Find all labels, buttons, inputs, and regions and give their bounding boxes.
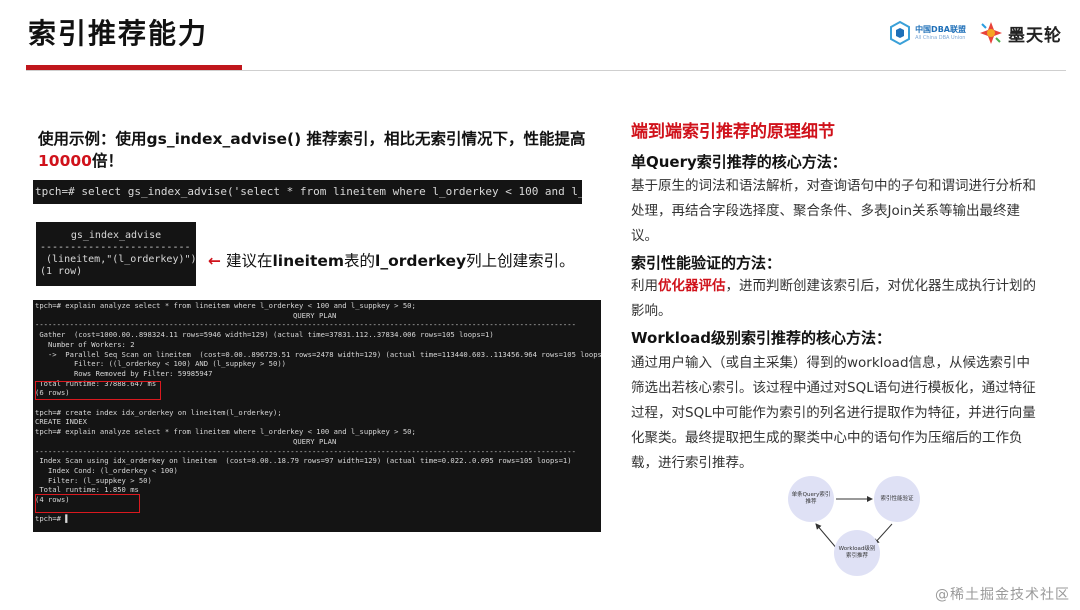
suggest-part-e: 列上创建索引。	[466, 252, 575, 270]
modb-logo-icon	[980, 22, 1002, 44]
plan-line: ----------------------------------------…	[35, 320, 576, 330]
dba-union-name: 中国DBA联盟	[915, 24, 966, 34]
plan-line: Index Scan using idx_orderkey on lineite…	[35, 456, 572, 466]
workload-text: 通过用户输入（或自主采集）得到的workload信息，从候选索引中筛选出若核心索…	[631, 355, 1036, 471]
command-line: tpch=# select gs_index_advise('select * …	[35, 185, 582, 198]
single-query-heading: 单Query索引推荐的核心方法：	[631, 153, 847, 171]
plan-line: Filter: ((l_orderkey < 100) AND (l_suppk…	[35, 359, 286, 369]
plan-line: Number of Workers: 2	[35, 339, 135, 349]
modb-logo: 墨天轮	[978, 20, 1062, 46]
perf-verify-text: 利用优化器评估，进而判断创建该索引后，对优化器生成执行计划的影响。	[631, 274, 1043, 324]
usage-example: 使用示例：使用gs_index_advise() 推荐索引，相比无索引情况下，性…	[38, 128, 586, 172]
usage-suffix: 倍！	[91, 152, 123, 170]
usage-highlight: 10000	[38, 152, 92, 170]
plan-line: Rows Removed by Filter: 59985947	[35, 368, 213, 378]
suggest-table: lineitem	[272, 252, 345, 270]
dba-union-subtitle: All China DBA Union	[915, 34, 966, 41]
index-suggestion: ← 建议在lineitem表的l_orderkey列上创建索引。	[208, 249, 575, 271]
plan-line: tpch=# create index idx_orderkey on line…	[35, 407, 282, 417]
suggest-part-c: 表的	[344, 252, 376, 270]
dba-union-logo-icon	[890, 20, 911, 46]
advise-result-terminal: gs_index_advise -------------------------…	[36, 222, 196, 286]
runtime-highlight-after	[35, 494, 140, 513]
plan-line: QUERY PLAN	[293, 310, 337, 320]
plan-line: -> Parallel Seq Scan on lineitem (cost=0…	[35, 349, 601, 359]
suggest-column: l_orderkey	[375, 252, 467, 270]
result-header: gs_index_advise	[70, 230, 162, 241]
principle-heading: 端到端索引推荐的原理细节	[631, 122, 835, 142]
workload-heading: Workload级别索引推荐的核心方法：	[631, 329, 891, 347]
usage-text: 使用示例：使用gs_index_advise() 推荐索引，相比无索引情况下，性…	[38, 130, 586, 148]
plan-line: tpch=# explain analyze select * from lin…	[35, 301, 416, 310]
plan-line: ----------------------------------------…	[35, 446, 576, 456]
plan-line: tpch=# ▌	[35, 514, 70, 524]
result-row: (lineitem,"(l_orderkey)")	[40, 254, 196, 265]
plan-line: Gather (cost=1000.00..898324.11 rows=594…	[35, 330, 494, 340]
dba-union-logo: 中国DBA联盟 All China DBA Union	[889, 20, 966, 46]
cycle-node-workload: Workload级别索引推荐	[834, 530, 880, 576]
runtime-highlight-before	[35, 381, 161, 400]
header-logos: 中国DBA联盟 All China DBA Union 墨天轮	[889, 16, 1062, 50]
plan-line: Index Cond: (l_orderkey < 100)	[35, 465, 178, 475]
result-count: (1 row)	[40, 266, 83, 277]
watermark: @稀土掘金技术社区	[935, 587, 1070, 603]
perf-verify-heading: 索引性能验证的方法：	[631, 254, 782, 272]
title-divider	[26, 70, 1066, 71]
perf-verify-text-a: 利用	[631, 278, 658, 294]
plan-line: tpch=# explain analyze select * from lin…	[35, 427, 416, 437]
result-separator: -------------------------	[40, 242, 191, 253]
cycle-node-perf-verify: 索引性能验证	[874, 476, 920, 522]
plan-line: QUERY PLAN	[293, 436, 337, 446]
modb-name: 墨天轮	[1008, 25, 1062, 46]
suggest-part-a: 建议在	[225, 252, 273, 270]
method-cycle-diagram: 单条Query索引推荐 索引性能验证 Workload级别索引推荐	[760, 470, 930, 580]
optimizer-highlight: 优化器评估	[658, 278, 726, 294]
plan-line: Filter: (l_suppkey > 50)	[35, 475, 152, 485]
left-arrow-icon: ←	[208, 252, 221, 270]
command-terminal: tpch=# select gs_index_advise('select * …	[33, 180, 582, 204]
plan-line: CREATE INDEX	[35, 417, 87, 427]
single-query-text: 基于原生的词法和语法解析，对查询语句中的子句和谓词进行分析和处理，再结合字段选择…	[631, 178, 1036, 244]
cycle-node-single-query: 单条Query索引推荐	[788, 476, 834, 522]
slide-title: 索引推荐能力	[28, 17, 209, 50]
